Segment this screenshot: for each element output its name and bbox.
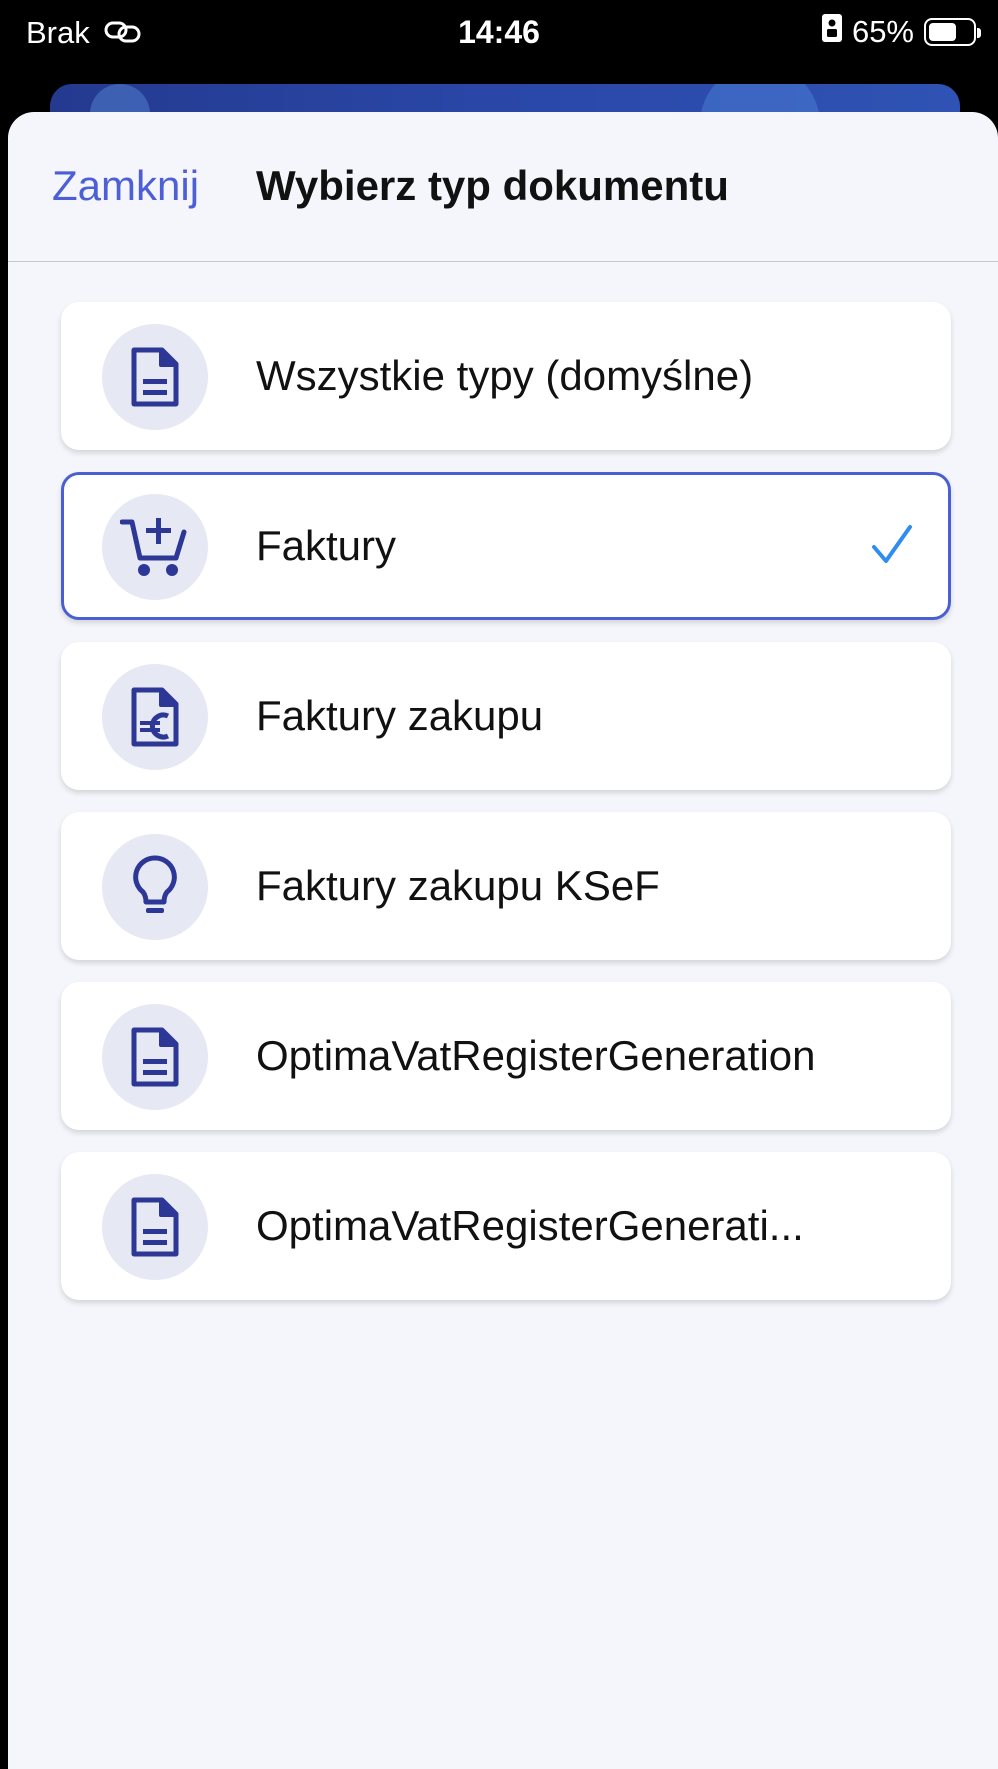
option-label: Faktury [256, 522, 397, 569]
lock-rotation-icon [821, 14, 842, 50]
option-label: Wszystkie typy (domyślne) [256, 352, 754, 399]
close-button[interactable]: Zamknij [52, 162, 199, 210]
sheet-title: Wybierz typ dokumentu [256, 162, 729, 209]
document-icon [102, 1004, 208, 1110]
document-type-option[interactable]: Wszystkie typy (domyślne) [61, 302, 951, 450]
checkmark-icon [870, 523, 914, 572]
document-icon [102, 324, 208, 430]
sheet-header: Zamknij Wybierz typ dokumentu [8, 112, 998, 262]
document-type-option[interactable]: OptimaVatRegisterGenerati... [61, 1152, 951, 1300]
document-type-option[interactable]: Faktury zakupu KSeF [61, 812, 951, 960]
battery-cap [977, 28, 981, 38]
battery-icon [924, 18, 981, 46]
option-label: Faktury zakupu [256, 692, 544, 739]
lightbulb-icon [102, 834, 208, 940]
option-label: Faktury zakupu KSeF [256, 862, 660, 909]
euro-document-icon [102, 664, 208, 770]
status-right: 65% [821, 14, 981, 50]
option-label: OptimaVatRegisterGenerati... [256, 1202, 804, 1249]
document-type-option[interactable]: Faktury zakupu [61, 642, 951, 790]
document-type-sheet: Zamknij Wybierz typ dokumentu Wszystkie … [8, 112, 998, 1769]
battery-percent: 65% [851, 14, 914, 49]
option-list: Wszystkie typy (domyślne) Faktury Faktur… [61, 302, 951, 1322]
battery-fill [929, 23, 957, 41]
status-bar: Brak 14:46 65% [0, 0, 998, 66]
document-type-option[interactable]: OptimaVatRegisterGeneration [61, 982, 951, 1130]
cart-plus-icon [102, 494, 208, 600]
option-label: OptimaVatRegisterGeneration [256, 1032, 816, 1079]
document-icon [102, 1174, 208, 1280]
screen: Brak 14:46 65% Zamknij Wybierz typ dokum… [0, 0, 998, 1769]
document-type-option[interactable]: Faktury [61, 472, 951, 620]
